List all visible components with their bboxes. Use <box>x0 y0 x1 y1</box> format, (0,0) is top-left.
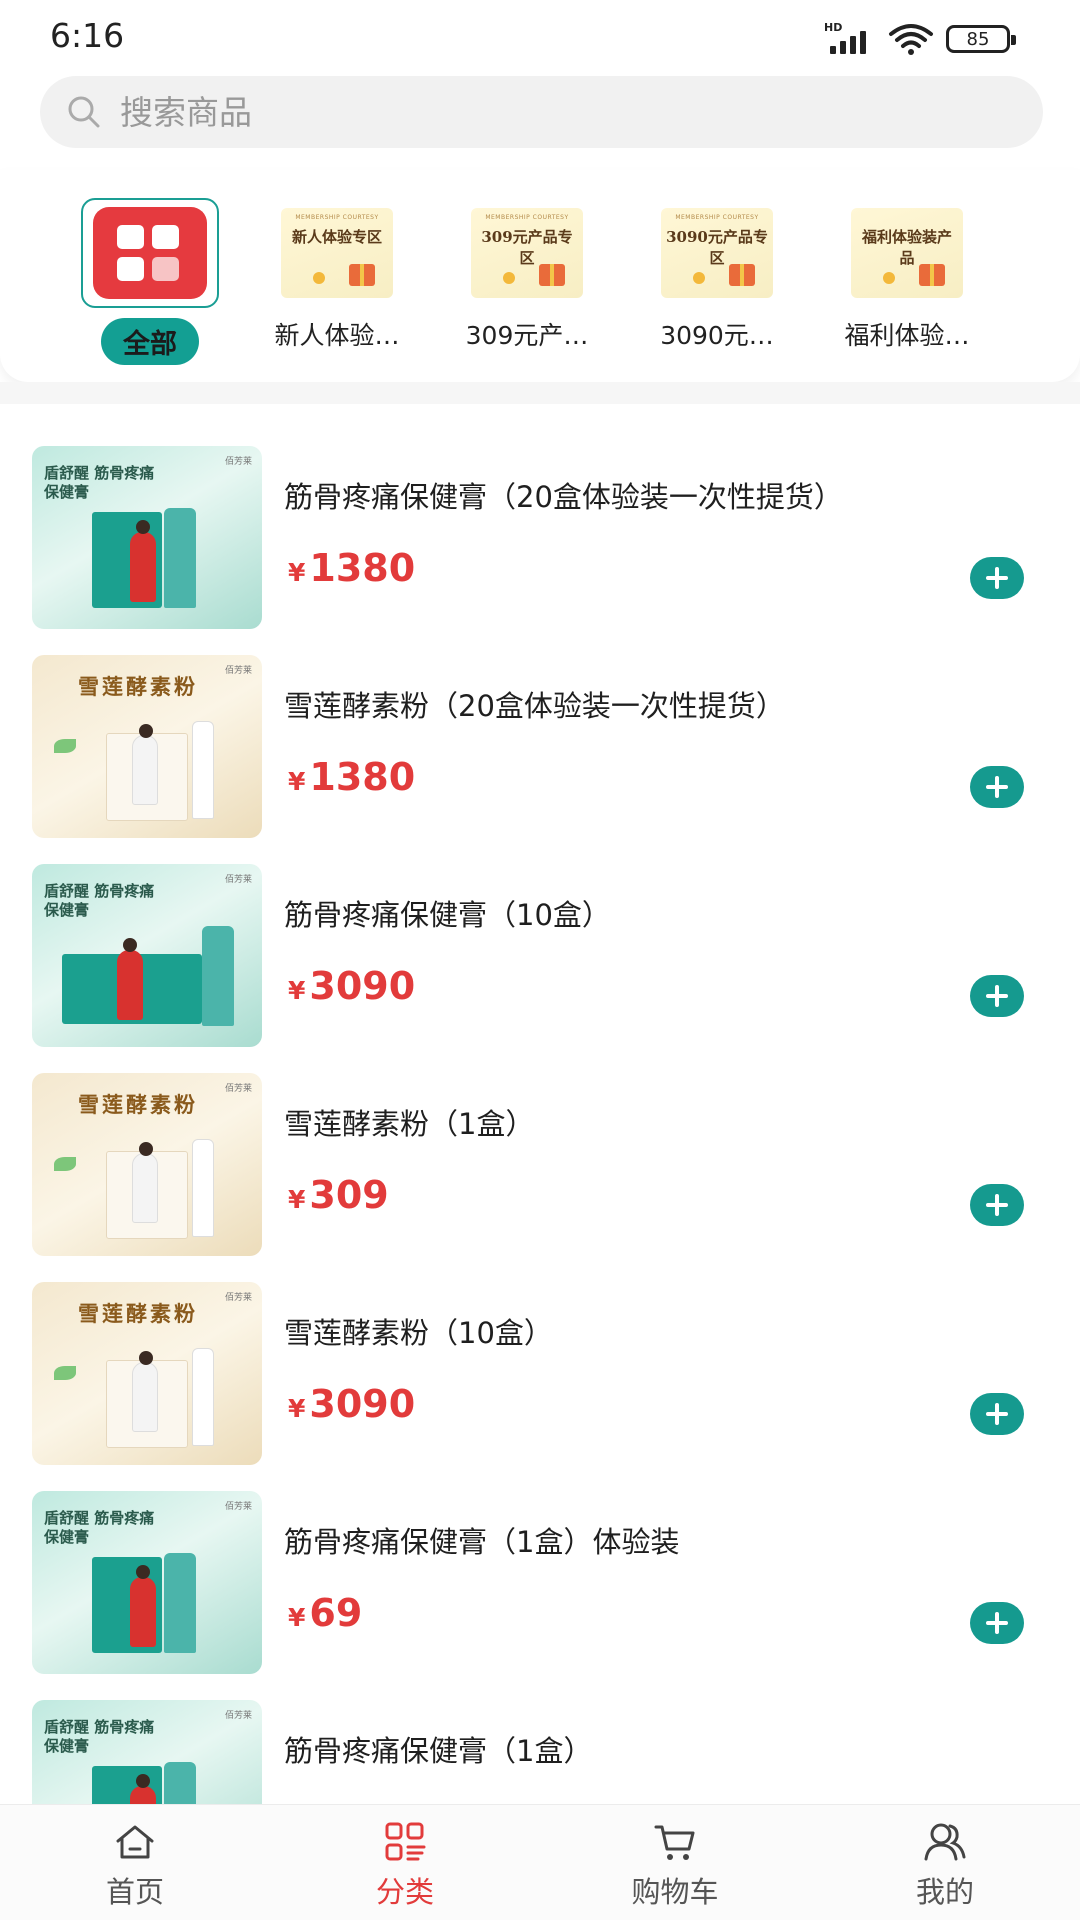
nav-label: 购物车 <box>631 1875 719 1909</box>
product-item[interactable]: 佰芳莱 雪莲酵素粉 雪莲酵素粉（1盒） ¥309 <box>0 1031 1080 1256</box>
battery-level: 85 <box>966 28 990 50</box>
coin-icon <box>693 272 705 284</box>
category-label: 新人体验… <box>274 321 400 350</box>
status-time: 6:16 <box>50 16 125 55</box>
category-label: 福利体验… <box>844 321 970 350</box>
product-item[interactable]: 佰芳莱 雪莲酵素粉 雪莲酵素粉（10盒） ¥3090 <box>0 1240 1080 1465</box>
leaf-icon <box>54 739 76 753</box>
product-name[interactable]: 筋骨疼痛保健膏（20盒体验装一次性提货） <box>284 474 843 516</box>
product-price: ¥3090 <box>288 1382 416 1426</box>
signal-icon: HD <box>824 22 876 56</box>
nav-cart[interactable]: 购物车 <box>575 1819 775 1911</box>
search-icon <box>68 96 100 128</box>
category-309[interactable]: MEMBERSHIP COURTESY 309元产品专区 309元产… <box>442 198 612 352</box>
category-label: 309元产… <box>465 321 589 350</box>
product-item[interactable]: 佰芳莱 盾舒醒 筋骨疼痛保健膏 筋骨疼痛保健膏（20盒体验装一次性提货） ¥13… <box>0 404 1080 629</box>
home-icon <box>116 1825 154 1859</box>
product-price: ¥1380 <box>288 546 416 590</box>
bottom-nav: 首页 分类 购物车 我的 <box>0 1804 1080 1920</box>
gift-icon <box>729 264 755 286</box>
wifi-icon <box>889 24 933 55</box>
product-name[interactable]: 雪莲酵素粉（1盒） <box>284 1101 534 1143</box>
product-image: 佰芳莱 盾舒醒 筋骨疼痛保健膏 <box>32 446 262 629</box>
category-thumbnail: MEMBERSHIP COURTESY 309元产品专区 <box>471 208 583 298</box>
add-to-cart-button[interactable] <box>970 766 1024 808</box>
nav-profile[interactable]: 我的 <box>845 1819 1045 1911</box>
grid-icon <box>93 207 207 299</box>
product-image: 佰芳莱 雪莲酵素粉 <box>32 1073 262 1256</box>
product-image: 佰芳莱 雪莲酵素粉 <box>32 655 262 838</box>
product-name[interactable]: 雪莲酵素粉（20盒体验装一次性提货） <box>284 683 785 725</box>
search-bar[interactable] <box>40 76 1043 148</box>
product-image: 佰芳莱 盾舒醒 筋骨疼痛保健膏 <box>32 864 262 1047</box>
category-all[interactable]: 全部 <box>65 198 235 365</box>
battery-icon: 85 <box>946 25 1016 53</box>
nav-label: 首页 <box>105 1875 164 1909</box>
nav-category[interactable]: 分类 <box>305 1819 505 1911</box>
add-to-cart-button[interactable] <box>970 1393 1024 1435</box>
product-name[interactable]: 筋骨疼痛保健膏（1盒） <box>284 1728 592 1770</box>
coin-icon <box>883 272 895 284</box>
category-label: 3090元… <box>660 321 774 350</box>
product-item[interactable]: 佰芳莱 雪莲酵素粉 雪莲酵素粉（20盒体验装一次性提货） ¥1380 <box>0 613 1080 838</box>
category-new-user[interactable]: MEMBERSHIP COURTESY 新人体验专区 新人体验… <box>252 198 422 352</box>
cart-icon <box>654 1825 695 1860</box>
leaf-icon <box>54 1366 76 1380</box>
category-thumbnail: MEMBERSHIP COURTESY 3090元产品专区 <box>661 208 773 298</box>
product-name[interactable]: 雪莲酵素粉（10盒） <box>284 1310 553 1352</box>
category-label: 全部 <box>101 318 199 365</box>
add-to-cart-button[interactable] <box>970 1602 1024 1644</box>
leaf-icon <box>54 1157 76 1171</box>
product-image: 佰芳莱 盾舒醒 筋骨疼痛保健膏 <box>32 1491 262 1674</box>
product-name[interactable]: 筋骨疼痛保健膏（10盒） <box>284 892 611 934</box>
category-3090[interactable]: MEMBERSHIP COURTESY 3090元产品专区 3090元… <box>632 198 802 352</box>
category-thumbnail: MEMBERSHIP COURTESY 新人体验专区 <box>281 208 393 298</box>
product-price: ¥69 <box>288 1591 363 1635</box>
status-bar: 6:16 HD 85 <box>0 0 1080 76</box>
product-item[interactable]: 佰芳莱 盾舒醒 筋骨疼痛保健膏 筋骨疼痛保健膏（1盒） <box>0 1658 1080 1804</box>
coin-icon <box>503 272 515 284</box>
section-divider <box>0 382 1080 404</box>
gift-icon <box>539 264 565 286</box>
gift-icon <box>919 264 945 286</box>
product-item[interactable]: 佰芳莱 盾舒醒 筋骨疼痛保健膏 筋骨疼痛保健膏（1盒）体验装 ¥69 <box>0 1449 1080 1674</box>
product-item[interactable]: 佰芳莱 盾舒醒 筋骨疼痛保健膏 筋骨疼痛保健膏（10盒） ¥3090 <box>0 822 1080 1047</box>
status-icons: HD 85 <box>824 22 1016 56</box>
add-to-cart-button[interactable] <box>970 1184 1024 1226</box>
product-list[interactable]: 佰芳莱 盾舒醒 筋骨疼痛保健膏 筋骨疼痛保健膏（20盒体验装一次性提货） ¥13… <box>0 404 1080 1804</box>
product-image: 佰芳莱 雪莲酵素粉 <box>32 1282 262 1465</box>
coin-icon <box>313 272 325 284</box>
product-price: ¥309 <box>288 1173 389 1217</box>
add-to-cart-button[interactable] <box>970 975 1024 1017</box>
category-welfare[interactable]: 福利体验装产品 福利体验… <box>822 198 992 352</box>
product-name[interactable]: 筋骨疼痛保健膏（1盒）体验装 <box>284 1519 679 1561</box>
nav-label: 分类 <box>375 1875 434 1909</box>
product-image: 佰芳莱 盾舒醒 筋骨疼痛保健膏 <box>32 1700 262 1804</box>
nav-home[interactable]: 首页 <box>35 1819 235 1911</box>
user-icon <box>924 1823 966 1861</box>
add-to-cart-button[interactable] <box>970 557 1024 599</box>
product-price: ¥3090 <box>288 964 416 1008</box>
search-input[interactable] <box>120 92 1000 132</box>
nav-label: 我的 <box>915 1875 974 1909</box>
category-thumbnail: 福利体验装产品 <box>851 208 963 298</box>
gift-icon <box>349 264 375 286</box>
category-panel: 全部 MEMBERSHIP COURTESY 新人体验专区 新人体验… MEMB… <box>0 170 1080 382</box>
category-all-frame <box>81 198 219 308</box>
category-icon <box>385 1822 426 1861</box>
product-price: ¥1380 <box>288 755 416 799</box>
